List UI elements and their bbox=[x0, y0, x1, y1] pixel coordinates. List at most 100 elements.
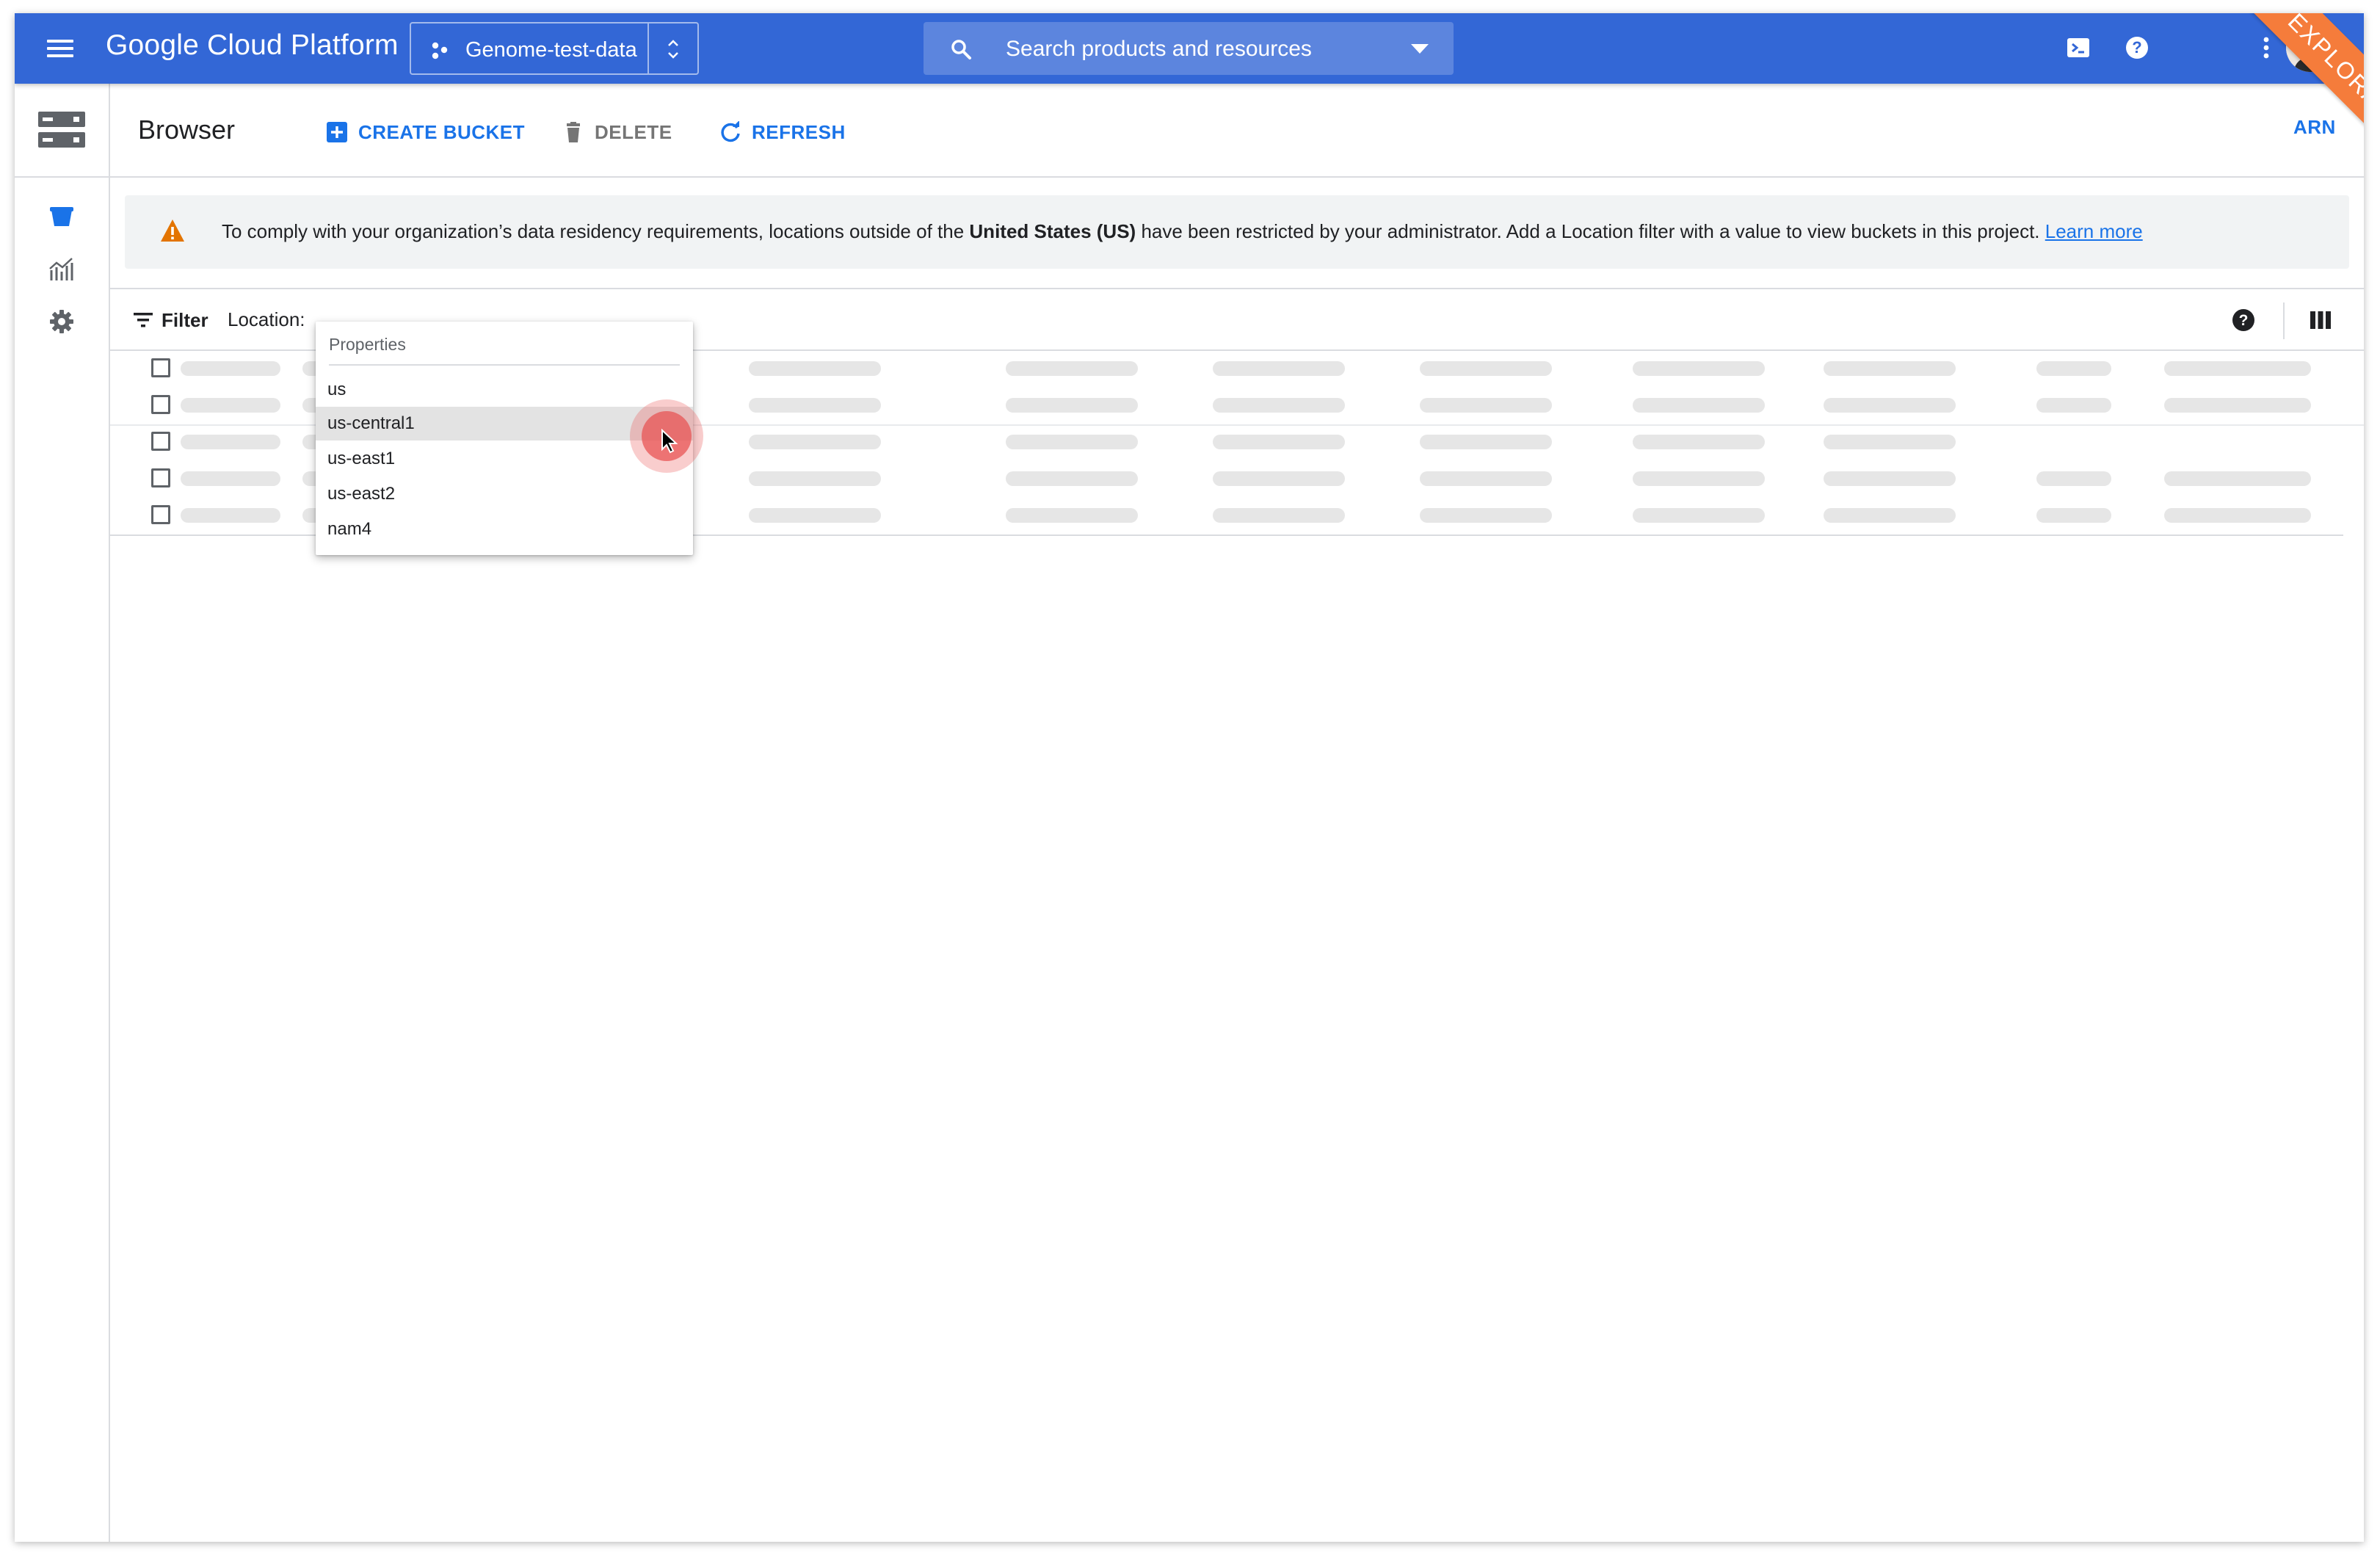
skeleton-cell bbox=[1006, 398, 1138, 413]
app-window: Google Cloud Platform Genome-test-data S… bbox=[15, 13, 2364, 1542]
bucket-icon[interactable] bbox=[47, 201, 76, 231]
skeleton-cell bbox=[1006, 361, 1138, 376]
location-filter-label[interactable]: Location: bbox=[228, 308, 305, 331]
filter-top-divider bbox=[110, 288, 2364, 289]
svg-text:?: ? bbox=[2239, 312, 2249, 329]
project-separator bbox=[647, 23, 649, 73]
location-option-us-west1[interactable]: us-west1 bbox=[316, 546, 693, 555]
rail-divider-horizontal bbox=[15, 176, 109, 178]
skeleton-cell bbox=[1633, 471, 1765, 486]
banner-text-after: have been restricted by your administrat… bbox=[1136, 220, 2045, 242]
skeleton-cell bbox=[1213, 435, 1345, 449]
search-icon bbox=[951, 40, 971, 59]
data-residency-banner: To comply with your organization’s data … bbox=[125, 195, 2349, 269]
skeleton-cell bbox=[1824, 508, 1956, 523]
brand-title[interactable]: Google Cloud Platform bbox=[106, 29, 399, 62]
skeleton-cell bbox=[1420, 435, 1552, 449]
skeleton-cell bbox=[2036, 471, 2111, 486]
skeleton-cell bbox=[749, 398, 881, 413]
skeleton-cell bbox=[1824, 361, 1956, 376]
skeleton-cell bbox=[1633, 361, 1765, 376]
skeleton-cell bbox=[1213, 471, 1345, 486]
chevron-updown-icon[interactable] bbox=[662, 37, 684, 62]
svg-text:?: ? bbox=[2132, 38, 2141, 57]
skeleton-cell bbox=[749, 435, 881, 449]
skeleton-cell bbox=[1420, 361, 1552, 376]
location-option-us[interactable]: us bbox=[316, 373, 693, 407]
refresh-button[interactable]: REFRESH bbox=[719, 117, 846, 147]
skeleton-cell bbox=[1006, 471, 1138, 486]
skeleton-cell bbox=[1420, 508, 1552, 523]
skeleton-cell bbox=[1420, 398, 1552, 413]
filter-button[interactable]: Filter bbox=[132, 307, 208, 333]
toolbar-separator bbox=[2283, 302, 2285, 339]
filter-icon bbox=[134, 313, 153, 327]
row-checkbox[interactable] bbox=[151, 395, 170, 414]
skeleton-cell bbox=[181, 398, 280, 413]
row-checkbox[interactable] bbox=[151, 468, 170, 487]
row-checkbox[interactable] bbox=[151, 505, 170, 524]
delete-button[interactable]: DELETE bbox=[562, 117, 672, 147]
skeleton-cell bbox=[2036, 398, 2111, 413]
create-bucket-label: CREATE BUCKET bbox=[358, 120, 526, 143]
header-divider bbox=[110, 176, 2364, 178]
delete-label: DELETE bbox=[595, 120, 672, 143]
storage-product-header bbox=[15, 84, 109, 178]
search-bar[interactable]: Search products and resources bbox=[924, 22, 1454, 75]
skeleton-cell bbox=[181, 508, 280, 523]
banner-text-bold: United States (US) bbox=[969, 220, 1136, 242]
skeleton-cell bbox=[749, 361, 881, 376]
chart-icon[interactable] bbox=[47, 255, 76, 285]
create-bucket-button[interactable]: CREATE BUCKET bbox=[326, 117, 525, 147]
mouse-cursor-icon bbox=[661, 429, 678, 454]
skeleton-cell bbox=[181, 471, 280, 486]
skeleton-cell bbox=[1824, 435, 1956, 449]
help-icon[interactable]: ? bbox=[2123, 34, 2151, 62]
skeleton-cell bbox=[1420, 471, 1552, 486]
project-dots-icon bbox=[432, 42, 448, 59]
skeleton-cell bbox=[1633, 508, 1765, 523]
skeleton-cell bbox=[2164, 361, 2311, 376]
search-input[interactable]: Search products and resources bbox=[1006, 37, 1312, 62]
skeleton-cell bbox=[2164, 398, 2311, 413]
learn-more-link[interactable]: Learn more bbox=[2045, 220, 2143, 242]
skeleton-cell bbox=[1633, 398, 1765, 413]
refresh-label: REFRESH bbox=[752, 120, 846, 143]
row-checkbox[interactable] bbox=[151, 358, 170, 377]
skeleton-cell bbox=[1006, 435, 1138, 449]
skeleton-cell bbox=[181, 361, 280, 376]
help-icon[interactable]: ? bbox=[2230, 307, 2257, 333]
skeleton-cell bbox=[749, 508, 881, 523]
skeleton-cell bbox=[1213, 398, 1345, 413]
cloud-shell-icon[interactable] bbox=[2064, 34, 2092, 62]
dropdown-header: Properties bbox=[329, 335, 406, 354]
filter-label: Filter bbox=[162, 308, 208, 331]
storage-icon bbox=[38, 112, 85, 148]
banner-text-before: To comply with your organization’s data … bbox=[222, 220, 970, 242]
search-dropdown-icon[interactable] bbox=[1411, 44, 1429, 54]
skeleton-cell bbox=[181, 435, 280, 449]
skeleton-cell bbox=[1824, 398, 1956, 413]
add-box-icon bbox=[327, 122, 347, 142]
hamburger-icon[interactable] bbox=[46, 35, 75, 62]
skeleton-cell bbox=[1824, 471, 1956, 486]
project-name: Genome-test-data bbox=[465, 38, 637, 62]
top-bar: Google Cloud Platform Genome-test-data S… bbox=[15, 13, 2364, 84]
page-title: Browser bbox=[138, 115, 236, 145]
skeleton-cell bbox=[2164, 471, 2311, 486]
gear-icon[interactable] bbox=[47, 307, 76, 336]
learn-button[interactable]: ARN bbox=[2293, 116, 2336, 139]
row-checkbox[interactable] bbox=[151, 432, 170, 451]
location-option-us-east2[interactable]: us-east2 bbox=[316, 477, 693, 511]
warning-icon bbox=[161, 220, 184, 242]
location-option-nam4[interactable]: nam4 bbox=[316, 512, 693, 546]
refresh-icon bbox=[721, 121, 740, 142]
more-vert-icon[interactable] bbox=[2252, 34, 2280, 62]
trash-icon bbox=[567, 122, 580, 142]
skeleton-cell bbox=[2036, 361, 2111, 376]
banner-text: To comply with your organization’s data … bbox=[222, 220, 2143, 243]
project-selector[interactable]: Genome-test-data bbox=[410, 22, 699, 75]
columns-icon[interactable] bbox=[2308, 308, 2333, 332]
skeleton-cell bbox=[1006, 508, 1138, 523]
skeleton-cell bbox=[1213, 361, 1345, 376]
